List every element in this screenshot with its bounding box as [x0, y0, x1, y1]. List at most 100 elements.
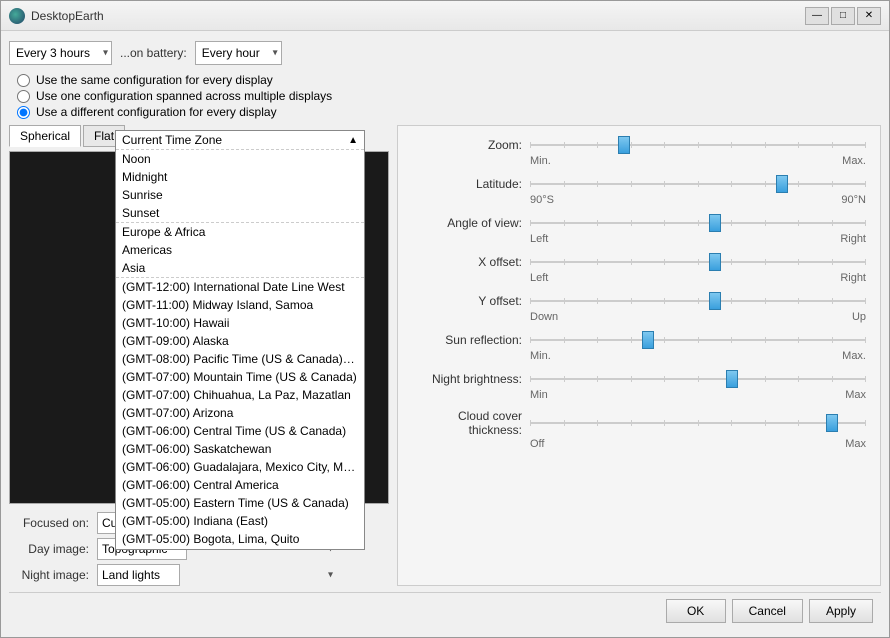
- slider-track-container-7[interactable]: [530, 414, 866, 432]
- slider-min-label-6: Min: [530, 389, 548, 401]
- dropdown-item-14[interactable]: (GMT-07:00) Arizona: [116, 404, 364, 422]
- title-bar: DesktopEarth — □ ✕: [1, 1, 889, 31]
- dropdown-item-21[interactable]: (GMT-05:00) Bogota, Lima, Quito: [116, 530, 364, 548]
- battery-frequency-dropdown[interactable]: Every hour: [195, 41, 282, 65]
- update-frequency-dropdown[interactable]: Every 3 hours: [9, 41, 112, 65]
- main-window: DesktopEarth — □ ✕ Every 3 hours ...on b…: [0, 0, 890, 638]
- slider-max-label-1: 90°N: [841, 194, 866, 206]
- minimize-button[interactable]: —: [805, 7, 829, 25]
- radio-different-config[interactable]: Use a different configuration for every …: [17, 105, 881, 119]
- dropdown-item-17[interactable]: (GMT-06:00) Guadalajara, Mexico City, Mo…: [116, 458, 364, 476]
- battery-frequency-wrapper: Every hour: [195, 41, 282, 65]
- timezone-dropdown-list[interactable]: Current Time Zone▲NoonMidnightSunriseSun…: [115, 130, 365, 550]
- slider-max-label-7: Max: [845, 438, 866, 450]
- dropdown-item-2[interactable]: Sunrise: [116, 186, 364, 204]
- slider-min-label-4: Down: [530, 311, 558, 323]
- update-frequency-wrapper: Every 3 hours: [9, 41, 112, 65]
- slider-thumb-1[interactable]: [776, 175, 788, 193]
- dropdown-header[interactable]: Current Time Zone▲: [116, 131, 364, 150]
- dropdown-item-15[interactable]: (GMT-06:00) Central Time (US & Canada): [116, 422, 364, 440]
- night-image-wrapper: Land lights: [97, 564, 337, 586]
- dropdown-item-22[interactable]: (GMT-04:00) Atlantic Time (Canada): [116, 548, 364, 550]
- cancel-button[interactable]: Cancel: [732, 599, 803, 623]
- dropdown-item-9[interactable]: (GMT-10:00) Hawaii: [116, 314, 364, 332]
- slider-track-container-3[interactable]: [530, 253, 866, 271]
- slider-label-0: Zoom:: [412, 138, 522, 152]
- slider-label-row-1: Latitude:: [412, 175, 866, 193]
- dropdown-item-20[interactable]: (GMT-05:00) Indiana (East): [116, 512, 364, 530]
- slider-label-4: Y offset:: [412, 294, 522, 308]
- radio-same-config-label: Use the same configuration for every dis…: [36, 73, 273, 87]
- slider-thumb-4[interactable]: [709, 292, 721, 310]
- tab-spherical[interactable]: Spherical: [9, 125, 81, 147]
- slider-row-1: Latitude:90°S90°N: [412, 175, 866, 206]
- slider-row-6: Night brightness:MinMax: [412, 370, 866, 401]
- dropdown-item-7[interactable]: (GMT-12:00) International Date Line West: [116, 278, 364, 296]
- slider-track-6: [530, 378, 866, 380]
- dropdown-item-10[interactable]: (GMT-09:00) Alaska: [116, 332, 364, 350]
- slider-label-row-2: Angle of view:: [412, 214, 866, 232]
- ok-button[interactable]: OK: [666, 599, 726, 623]
- slider-track-container-5[interactable]: [530, 331, 866, 349]
- dropdown-item-19[interactable]: (GMT-05:00) Eastern Time (US & Canada): [116, 494, 364, 512]
- slider-row-4: Y offset:DownUp: [412, 292, 866, 323]
- dropdown-item-8[interactable]: (GMT-11:00) Midway Island, Samoa: [116, 296, 364, 314]
- day-image-label: Day image:: [9, 542, 89, 556]
- close-button[interactable]: ✕: [857, 7, 881, 25]
- slider-track-container-1[interactable]: [530, 175, 866, 193]
- slider-label-3: X offset:: [412, 255, 522, 269]
- app-icon: [9, 8, 25, 24]
- slider-min-label-5: Min.: [530, 350, 551, 362]
- dropdown-item-3[interactable]: Sunset: [116, 204, 364, 223]
- battery-label: ...on battery:: [120, 46, 187, 60]
- slider-track-container-2[interactable]: [530, 214, 866, 232]
- maximize-button[interactable]: □: [831, 7, 855, 25]
- radio-spanned-config-label: Use one configuration spanned across mul…: [36, 89, 332, 103]
- right-panel: Zoom: Min. Max. Latitude:90°S90°N Angle of v…: [397, 125, 881, 586]
- radio-different-config-input[interactable]: [17, 106, 30, 119]
- apply-button[interactable]: Apply: [809, 599, 873, 623]
- slider-track-container-0[interactable]: [530, 136, 866, 154]
- dropdown-item-13[interactable]: (GMT-07:00) Chihuahua, La Paz, Mazatlan: [116, 386, 364, 404]
- slider-track-1: [530, 183, 866, 185]
- night-image-label: Night image:: [9, 568, 89, 582]
- slider-track-7: [530, 422, 866, 424]
- slider-max-label-5: Max.: [842, 350, 866, 362]
- radio-spanned-config-input[interactable]: [17, 90, 30, 103]
- slider-label-row-3: X offset:: [412, 253, 866, 271]
- slider-thumb-3[interactable]: [709, 253, 721, 271]
- slider-row-7: Cloud cover thickness:OffMax: [412, 409, 866, 450]
- slider-label-2: Angle of view:: [412, 216, 522, 230]
- radio-same-config-input[interactable]: [17, 74, 30, 87]
- dropdown-item-16[interactable]: (GMT-06:00) Saskatchewan: [116, 440, 364, 458]
- slider-track-5: [530, 339, 866, 341]
- dropdown-item-12[interactable]: (GMT-07:00) Mountain Time (US & Canada): [116, 368, 364, 386]
- slider-row-3: X offset:LeftRight: [412, 253, 866, 284]
- slider-thumb-2[interactable]: [709, 214, 721, 232]
- slider-label-row-0: Zoom:: [412, 136, 866, 154]
- slider-thumb-7[interactable]: [826, 414, 838, 432]
- slider-thumb-0[interactable]: [618, 136, 630, 154]
- slider-track-container-6[interactable]: [530, 370, 866, 388]
- slider-thumb-5[interactable]: [642, 331, 654, 349]
- dropdown-item-1[interactable]: Midnight: [116, 168, 364, 186]
- dropdown-item-0[interactable]: Noon: [116, 150, 364, 168]
- dropdown-item-18[interactable]: (GMT-06:00) Central America: [116, 476, 364, 494]
- dropdown-item-11[interactable]: (GMT-08:00) Pacific Time (US & Canada); …: [116, 350, 364, 368]
- slider-max-label-6: Max: [845, 389, 866, 401]
- focused-on-label: Focused on:: [9, 516, 89, 530]
- night-image-dropdown[interactable]: Land lights: [97, 564, 180, 586]
- slider-label-row-4: Y offset:: [412, 292, 866, 310]
- radio-same-config[interactable]: Use the same configuration for every dis…: [17, 73, 881, 87]
- radio-spanned-config[interactable]: Use one configuration spanned across mul…: [17, 89, 881, 103]
- slider-max-label-0: Max.: [842, 155, 866, 167]
- top-row: Every 3 hours ...on battery: Every hour: [9, 39, 881, 67]
- slider-track-0: [530, 144, 866, 146]
- slider-thumb-6[interactable]: [726, 370, 738, 388]
- dropdown-item-4[interactable]: Europe & Africa: [116, 223, 364, 241]
- slider-label-1: Latitude:: [412, 177, 522, 191]
- slider-min-label-3: Left: [530, 272, 548, 284]
- dropdown-item-5[interactable]: Americas: [116, 241, 364, 259]
- slider-track-container-4[interactable]: [530, 292, 866, 310]
- dropdown-item-6[interactable]: Asia: [116, 259, 364, 278]
